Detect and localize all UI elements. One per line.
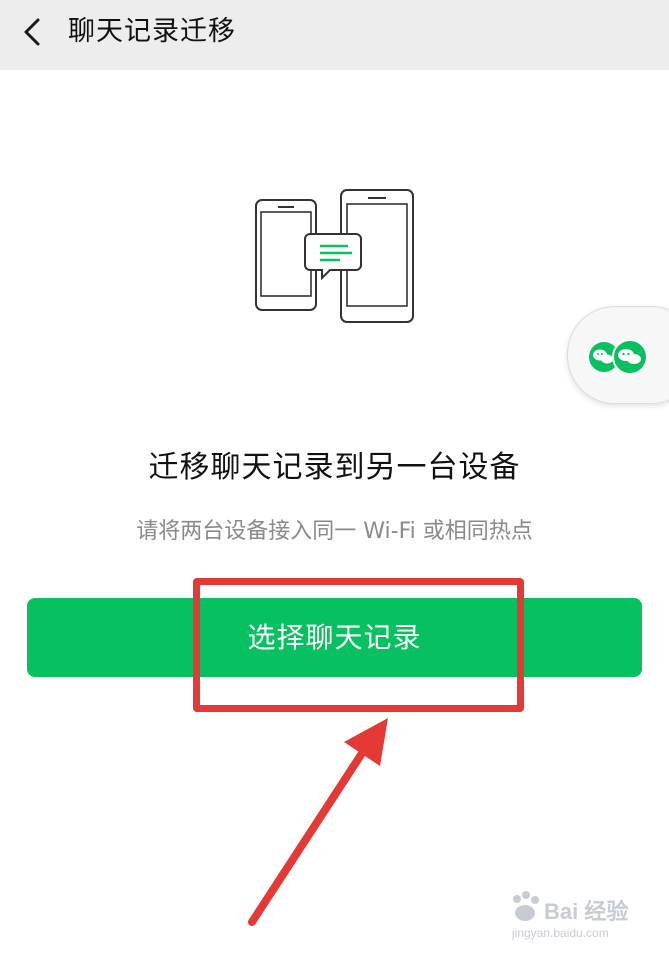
select-chat-history-button[interactable]: 选择聊天记录 — [27, 598, 642, 677]
migration-title: 迁移聊天记录到另一台设备 — [148, 450, 521, 485]
chevron-left-icon — [24, 18, 40, 46]
watermark-brand: Bai 经验 — [544, 899, 629, 924]
migration-subtitle: 请将两台设备接入同一 Wi-Fi 或相同热点 — [136, 519, 533, 544]
paw-logo-icon — [513, 891, 539, 921]
baidu-jingyan-watermark: Bai 经验 jingyan.baidu.com — [508, 888, 638, 948]
watermark-url: jingyan.baidu.com — [512, 926, 609, 940]
chat-history-migration-screen: 聊天记录迁移 迁移聊天记录到另一台设备 请将两台设备接入同一 Wi-Fi 或相同… — [0, 0, 669, 960]
annotation-arrow-icon — [248, 718, 388, 926]
wechat-floating-button[interactable] — [567, 306, 669, 404]
page-title: 聊天记录迁移 — [68, 16, 236, 47]
back-button[interactable] — [14, 12, 54, 52]
nav-bar: 聊天记录迁移 — [0, 0, 669, 70]
phone-to-phone-transfer-illustration — [255, 189, 414, 323]
wechat-dual-icon — [587, 339, 648, 375]
